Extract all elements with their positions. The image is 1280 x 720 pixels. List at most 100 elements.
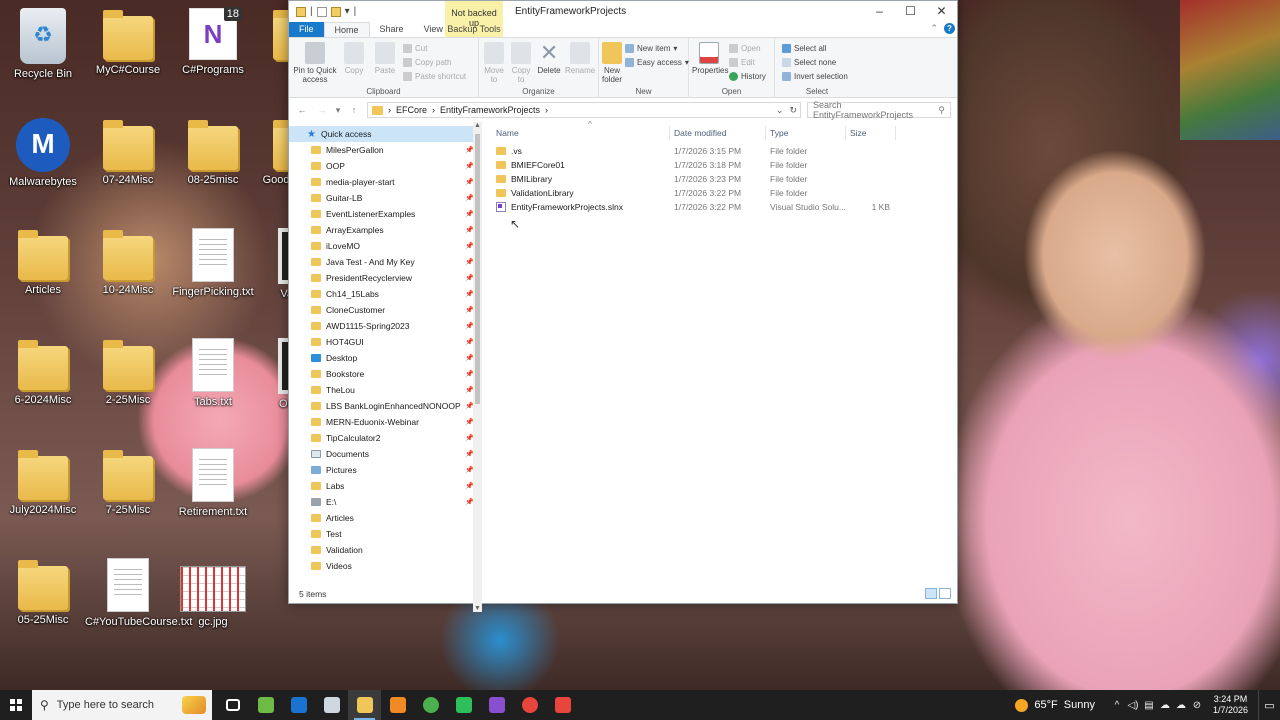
recent-chevron-icon[interactable]: ▾: [335, 105, 341, 116]
close-button[interactable]: ✕: [926, 1, 957, 22]
refresh-icon[interactable]: ↻: [789, 105, 797, 116]
column-size[interactable]: Size: [846, 126, 896, 140]
breadcrumb-current[interactable]: EntityFrameworkProjects: [440, 105, 540, 115]
taskbar-file-explorer[interactable]: [348, 690, 381, 720]
desktop-icon[interactable]: gc.jpg: [170, 558, 256, 628]
column-type[interactable]: Type: [766, 126, 846, 140]
address-bar[interactable]: › EFCore › EntityFrameworkProjects › ⌄ ↻: [367, 102, 801, 118]
desktop-icon[interactable]: 07-24Misc: [85, 118, 171, 186]
help-icon[interactable]: ?: [944, 23, 955, 34]
file-row[interactable]: ValidationLibrary 1/7/2026 3:22 PM File fo…: [482, 186, 957, 200]
minimize-button[interactable]: –: [864, 1, 895, 22]
clock[interactable]: 3:24 PM 1/7/2026: [1213, 694, 1248, 716]
taskbar-chrome[interactable]: [414, 690, 447, 720]
taskbar-outlook[interactable]: [282, 690, 315, 720]
file-explorer-window[interactable]: | ▾ | Not backed up EntityFrameworkProje…: [288, 0, 958, 612]
desktop-icon[interactable]: 7-25Misc: [85, 448, 171, 516]
copy-path-button[interactable]: Copy path: [403, 57, 466, 68]
nav-item[interactable]: Java Test - And My Key 📌: [289, 254, 482, 270]
new-folder-icon[interactable]: [330, 6, 341, 17]
scroll-down-icon[interactable]: ▼: [473, 605, 482, 612]
nav-item[interactable]: Labs 📌: [289, 478, 482, 494]
taskbar-visual-studio[interactable]: [480, 690, 513, 720]
nav-item[interactable]: Bookstore 📌: [289, 366, 482, 382]
taskbar-snip[interactable]: [546, 690, 579, 720]
forward-arrow-icon[interactable]: →: [315, 105, 329, 115]
taskbar-notepad-plus[interactable]: [249, 690, 282, 720]
scrollbar-thumb[interactable]: [475, 134, 480, 404]
desktop-icon[interactable]: Articles: [0, 228, 86, 296]
desktop-icon[interactable]: 08-25misc: [170, 118, 256, 186]
navigation-pane[interactable]: ★ Quick access MilesPerGallon 📌 OOP 📌 media-…: [289, 122, 482, 612]
taskbar-task-view[interactable]: [216, 690, 249, 720]
nav-item[interactable]: iLoveMO 📌: [289, 238, 482, 254]
easy-access-button[interactable]: Easy access ▾: [625, 57, 689, 68]
volume-icon[interactable]: ◁): [1125, 700, 1141, 711]
onedrive-icon[interactable]: ☁: [1173, 700, 1189, 711]
tab-share[interactable]: Share: [370, 22, 414, 37]
select-all-button[interactable]: Select all: [782, 43, 848, 54]
nav-item[interactable]: Validation: [289, 542, 482, 558]
nav-item[interactable]: PresidentRecyclerview 📌: [289, 270, 482, 286]
nav-item[interactable]: HOT4GUI 📌: [289, 334, 482, 350]
taskbar-camtasia[interactable]: [447, 690, 480, 720]
nav-item[interactable]: MilesPerGallon 📌: [289, 142, 482, 158]
nav-quick-access[interactable]: ★ Quick access: [289, 126, 482, 142]
chevron-up-icon[interactable]: ^: [1109, 700, 1125, 711]
tab-backup-tools[interactable]: Backup Tools: [445, 22, 503, 37]
back-arrow-icon[interactable]: ←: [295, 105, 309, 115]
tab-home[interactable]: Home: [323, 22, 370, 37]
taskbar-app-orange[interactable]: [381, 690, 414, 720]
tab-file[interactable]: File: [289, 22, 324, 37]
start-button[interactable]: [0, 690, 32, 720]
paste-shortcut-button[interactable]: Paste shortcut: [403, 71, 466, 82]
desktop-icon[interactable]: 18 C#Programs: [170, 7, 256, 76]
taskbar-app-pencil[interactable]: [315, 690, 348, 720]
nav-item[interactable]: Guitar-LB 📌: [289, 190, 482, 206]
nav-item[interactable]: TipCalculator2 📌: [289, 430, 482, 446]
address-dropdown-icon[interactable]: ⌄: [776, 105, 784, 116]
nav-item[interactable]: Pictures 📌: [289, 462, 482, 478]
column-date-modified[interactable]: Date modified: [670, 126, 766, 140]
large-icons-view-icon[interactable]: [939, 588, 951, 599]
desktop-icon[interactable]: 6-2024Misc: [0, 338, 86, 406]
nav-item[interactable]: E:\ 📌: [289, 494, 482, 510]
nav-item[interactable]: media-player-start 📌: [289, 174, 482, 190]
nav-item[interactable]: Articles: [289, 510, 482, 526]
network-icon[interactable]: ▤: [1141, 700, 1157, 711]
select-none-button[interactable]: Select none: [782, 57, 848, 68]
column-name[interactable]: Name: [496, 126, 670, 140]
desktop-icon[interactable]: 2-25Misc: [85, 338, 171, 406]
desktop-icon[interactable]: C#YouTubeCourse.txt: [85, 558, 192, 628]
nav-item[interactable]: CloneCustomer 📌: [289, 302, 482, 318]
nav-item[interactable]: Documents 📌: [289, 446, 482, 462]
desktop-icon[interactable]: Recycle Bin: [0, 8, 86, 80]
title-bar[interactable]: | ▾ | Not backed up EntityFrameworkProje…: [289, 1, 957, 38]
qat-dropdown-icon[interactable]: ▾: [345, 6, 350, 17]
desktop-icon[interactable]: Tabs.txt: [170, 338, 256, 408]
desktop-icon[interactable]: Malwarebytes: [0, 118, 86, 188]
nav-item[interactable]: Desktop 📌: [289, 350, 482, 366]
history-button[interactable]: History: [729, 71, 766, 82]
muted-icon[interactable]: ⊘: [1189, 700, 1205, 711]
weather-widget[interactable]: 65°F Sunny: [1015, 698, 1095, 712]
desktop-icon[interactable]: July2024Misc: [0, 448, 86, 516]
invert-selection-button[interactable]: Invert selection: [782, 71, 848, 82]
search-input[interactable]: Search EntityFrameworkProjects ⚲: [807, 100, 951, 120]
file-row[interactable]: EntityFrameworkProjects.slnx 1/7/2026 3:2…: [482, 200, 957, 214]
desktop-icon[interactable]: 05-25Misc: [0, 558, 86, 626]
details-view-icon[interactable]: [925, 588, 937, 599]
file-row[interactable]: BMILibrary 1/7/2026 3:23 PM File folder: [482, 172, 957, 186]
nav-item[interactable]: TheLou 📌: [289, 382, 482, 398]
taskbar-chrome-2[interactable]: [513, 690, 546, 720]
expand-ribbon-icon[interactable]: ⌃: [930, 23, 938, 34]
new-item-button[interactable]: New item ▾: [625, 43, 689, 54]
scroll-up-icon[interactable]: ▲: [473, 122, 482, 129]
nav-item[interactable]: MERN-Eduonix-Webinar 📌: [289, 414, 482, 430]
nav-item[interactable]: Videos: [289, 558, 482, 574]
edit-button[interactable]: Edit: [729, 57, 766, 68]
nav-item[interactable]: Test: [289, 526, 482, 542]
notification-icon[interactable]: ▭: [1258, 690, 1280, 720]
maximize-button[interactable]: ☐: [895, 1, 926, 22]
up-arrow-icon[interactable]: ↑: [347, 105, 361, 115]
